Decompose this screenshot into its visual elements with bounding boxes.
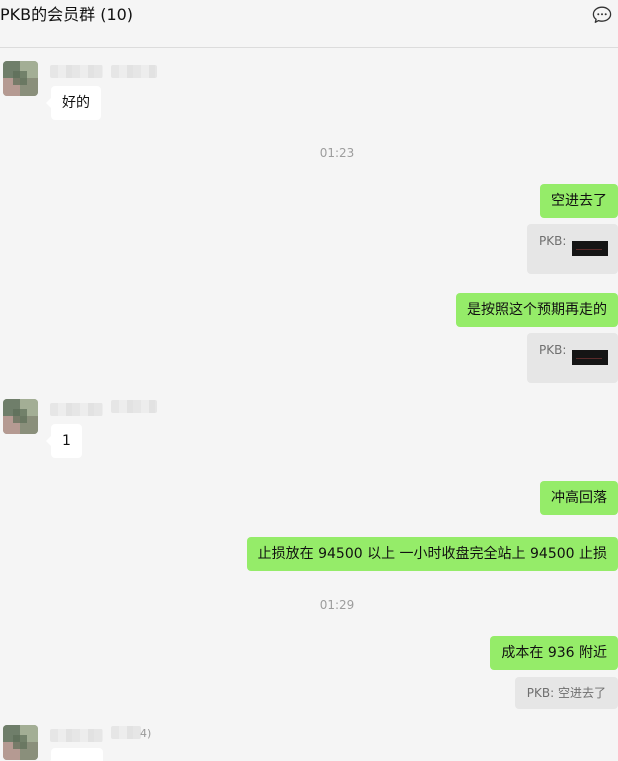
- message-bubble-outgoing[interactable]: 空进去了: [540, 184, 618, 218]
- chat-bubble-dots-icon[interactable]: [592, 6, 612, 24]
- avatar[interactable]: [3, 399, 38, 434]
- avatar[interactable]: [3, 725, 38, 760]
- quoted-message[interactable]: PKB: 空进去了: [514, 677, 618, 709]
- sender-name-blurred: [50, 729, 103, 742]
- quoted-message[interactable]: PKB:: [527, 224, 618, 274]
- quoted-message[interactable]: PKB:: [527, 333, 618, 383]
- image-thumbnail[interactable]: [572, 350, 608, 365]
- message-bubble-outgoing[interactable]: 止损放在 94500 以上 一小时收盘完全站上 94500 止损: [246, 537, 618, 571]
- timestamp: 01:23: [319, 146, 355, 160]
- quote-sender: PKB:: [539, 234, 567, 248]
- chat-header: PKB的会员群 (10): [0, 0, 618, 48]
- message-bubble-incoming[interactable]: [46, 748, 103, 761]
- message-bubble-outgoing[interactable]: 成本在 936 附近: [490, 636, 618, 670]
- chat-title: PKB的会员群 (10): [0, 5, 134, 24]
- message-bubble-outgoing[interactable]: 冲高回落: [540, 481, 618, 515]
- quote-sender: PKB:: [539, 343, 567, 357]
- message-bubble-outgoing[interactable]: 是按照这个预期再走的: [456, 293, 618, 327]
- message-bubble-incoming[interactable]: 1: [46, 424, 82, 458]
- sender-name-blurred: [111, 400, 157, 413]
- message-bubble-incoming[interactable]: 好的: [46, 86, 101, 120]
- timestamp: 01:29: [319, 598, 355, 612]
- image-thumbnail[interactable]: [572, 241, 608, 256]
- sender-name-blurred: [111, 726, 141, 739]
- sender-name-blurred: [111, 65, 157, 78]
- avatar[interactable]: [3, 61, 38, 96]
- sender-name-tail: 4): [140, 727, 152, 740]
- sender-name-blurred: [50, 403, 103, 416]
- sender-name-blurred: [50, 65, 103, 78]
